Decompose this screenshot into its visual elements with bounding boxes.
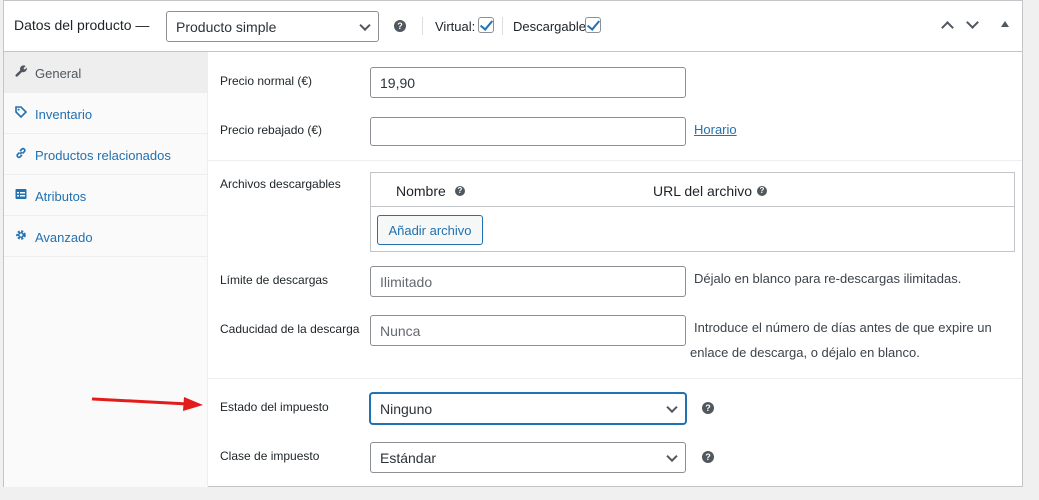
chevron-down-icon [666,450,678,462]
regular-price-input[interactable]: 19,90 [370,67,686,98]
table-icon [15,188,27,200]
add-file-label: Añadir archivo [388,222,472,238]
download-expiry-input[interactable]: Nunca [370,315,686,346]
section-divider [208,378,1022,379]
tax-status-value: Ninguno [380,400,433,417]
download-limit-input[interactable]: Ilimitado [370,266,686,297]
tab-inventory[interactable]: Inventario [4,93,208,134]
collapse-toggle-icon[interactable] [1001,21,1009,27]
move-down-icon[interactable] [966,16,979,29]
product-data-tabs: General Inventario Productos relacionado… [4,52,208,487]
tab-linked-products[interactable]: Productos relacionados [4,134,208,175]
downloadable-label: Descargable: [513,19,590,34]
tab-general[interactable]: General [4,52,208,93]
tab-advanced-label: Avanzado [35,230,93,245]
col-name: Nombre [396,183,446,199]
help-icon[interactable]: ? [455,186,465,196]
virtual-label: Virtual: [435,19,476,34]
schedule-link[interactable]: Horario [694,122,737,137]
col-file-url: URL del archivo [653,183,753,199]
panel-title: Datos del producto — [14,17,150,33]
link-icon [15,147,27,159]
divider [422,17,423,35]
download-expiry-placeholder: Nunca [380,322,421,339]
tab-inventory-label: Inventario [35,107,93,122]
tax-class-label: Clase de impuesto [220,449,320,463]
section-divider [208,160,1022,161]
download-limit-placeholder: Ilimitado [380,273,433,290]
tax-class-value: Estándar [380,449,437,466]
downloadable-checkbox[interactable] [585,17,601,33]
panel-header: Datos del producto — Producto simple ? V… [4,1,1022,52]
product-data-panel: Datos del producto — Producto simple ? V… [3,0,1023,487]
tax-status-select[interactable]: Ninguno [370,393,686,424]
tab-linked-products-label: Productos relacionados [35,148,171,163]
add-file-button[interactable]: Añadir archivo [377,215,483,245]
virtual-checkbox[interactable] [478,17,494,33]
wrench-icon [15,65,27,77]
regular-price-label: Precio normal (€) [220,74,313,88]
tax-status-label: Estado del impuesto [220,400,329,414]
move-up-icon[interactable] [941,21,954,34]
product-type-select[interactable]: Producto simple [166,11,379,42]
tax-class-select[interactable]: Estándar [370,442,686,473]
regular-price-value: 19,90 [380,74,416,91]
divider [502,17,503,35]
chevron-down-icon [359,19,371,31]
product-type-value: Producto simple [176,18,277,35]
help-icon[interactable]: ? [702,402,714,414]
sale-price-label: Precio rebajado (€) [220,123,323,137]
gear-icon [15,229,27,241]
tab-attributes[interactable]: Atributos [4,175,208,216]
download-expiry-description-2: enlace de descarga, o déjalo en blanco. [690,345,920,360]
chevron-down-icon [666,401,678,413]
download-expiry-description-1: Introduce el número de días antes de que… [694,320,992,335]
help-icon[interactable]: ? [394,20,406,32]
downloadable-files-table: Nombre ? URL del archivo ? Añadir archiv… [370,172,1015,252]
help-icon[interactable]: ? [757,186,767,196]
download-expiry-label: Caducidad de la descarga [220,322,360,336]
tab-general-label: General [35,66,82,81]
files-table-header: Nombre ? URL del archivo ? [371,173,1014,207]
downloadable-files-label: Archivos descargables [220,177,341,191]
help-icon[interactable]: ? [702,451,714,463]
tag-icon [15,106,28,119]
general-tab-content: Precio normal (€) 19,90 Precio rebajado … [208,52,1022,487]
download-limit-description: Déjalo en blanco para re-descargas ilimi… [694,271,962,286]
annotation-arrow [92,397,203,411]
sale-price-input[interactable] [370,117,686,146]
tab-attributes-label: Atributos [35,189,87,204]
download-limit-label: Límite de descargas [220,273,329,287]
tab-advanced[interactable]: Avanzado [4,216,208,257]
